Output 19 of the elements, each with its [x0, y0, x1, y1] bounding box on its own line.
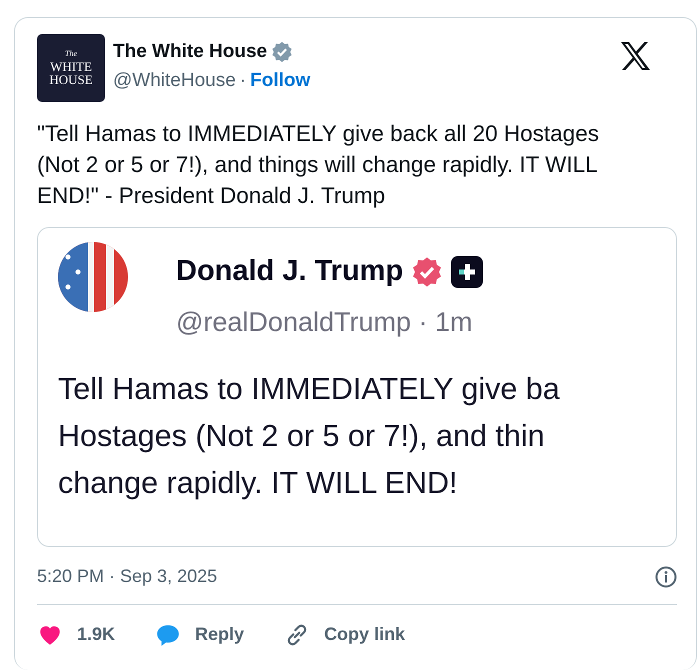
separator-dot: · — [240, 68, 246, 92]
quoted-post-screenshot[interactable]: Donald J. Trump @realDonaldTrump · 1m Tell Hamas to IMMEDIATELY give ba Hostages (Not 2 or 5 or 7!), and thin change rapidly. IT WILL END! — [37, 227, 677, 547]
account-name[interactable]: The White House — [113, 38, 268, 66]
timestamp[interactable]: 5:20 PM · Sep 3, 2025 — [37, 563, 218, 590]
speech-bubble-button[interactable]: Reply — [155, 621, 244, 648]
post-text-line: change rapidly. IT WILL END! — [58, 465, 458, 502]
author-name: Donald J. Trump — [176, 254, 404, 289]
heart-button[interactable]: 1.9K — [37, 621, 116, 648]
plus-icon — [451, 256, 484, 288]
account-handle[interactable]: @WhiteHouse — [113, 66, 236, 95]
account-logo[interactable]: The WHITE HOUSE — [37, 34, 105, 102]
post-text-line: Tell Hamas to IMMEDIATELY give ba — [58, 371, 561, 408]
link-button[interactable]: Copy link — [284, 621, 406, 648]
tweet-text: "Tell Hamas to IMMEDIATELY give back all 20 Hostages (Not 2 or 5 or 7!), and things will change rapidly. IT WILL END!" - President Donald J. Trump — [37, 120, 600, 210]
x-logo-icon[interactable] — [620, 42, 650, 70]
info-icon[interactable] — [655, 566, 677, 588]
follow-link[interactable]: Follow — [250, 66, 310, 95]
author-handle: @realDonaldTrump · 1m — [176, 306, 474, 339]
post-text-line: Hostages (Not 2 or 5 or 7!), and thin — [58, 418, 546, 455]
